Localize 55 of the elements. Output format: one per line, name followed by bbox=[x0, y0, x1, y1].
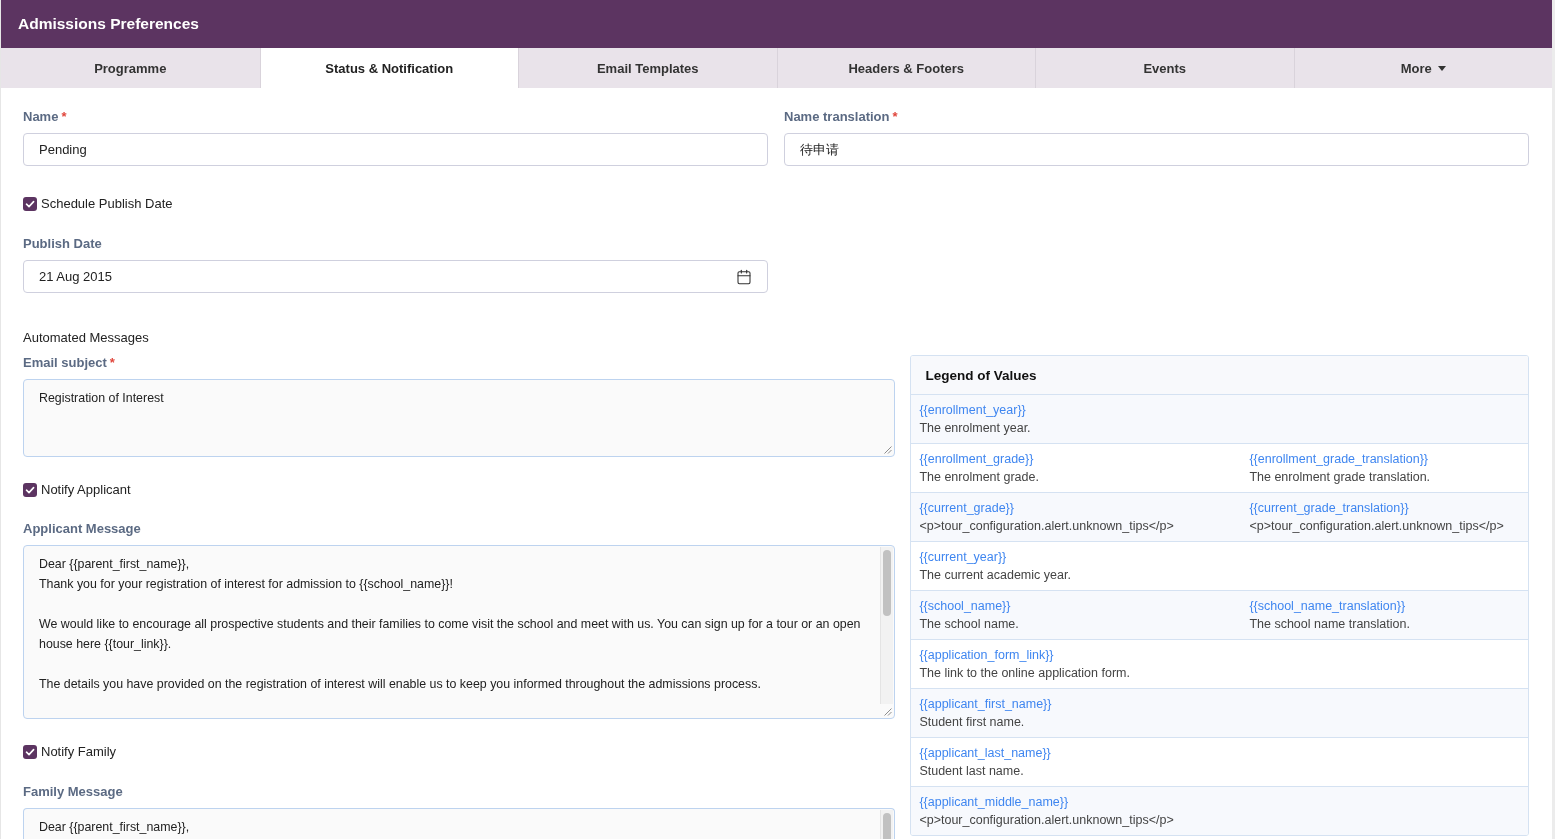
field-label: Name bbox=[23, 108, 59, 126]
section-heading: Automated Messages bbox=[23, 329, 149, 347]
variable-description: The link to the online application form. bbox=[919, 665, 1130, 682]
variable-description: Student last name. bbox=[919, 763, 1024, 780]
message-textarea[interactable]: Dear {{parent_first_name}}, bbox=[23, 808, 896, 839]
template-variable-link[interactable]: {{school_name_translation}} bbox=[1249, 597, 1406, 615]
required-asterisk: * bbox=[61, 108, 67, 126]
field-label: Publish Date bbox=[23, 235, 102, 253]
subject-textarea[interactable]: Registration of Interest bbox=[23, 379, 896, 457]
template-variable-link[interactable]: {{enrollment_grade_translation}} bbox=[1249, 450, 1428, 468]
template-variable-link[interactable]: {{applicant_last_name}} bbox=[919, 744, 1051, 762]
template-variable-link[interactable]: {{application_form_link}} bbox=[919, 646, 1054, 664]
variable-description: <p>tour_configuration.alert.unknown_tips</p> bbox=[1249, 518, 1504, 535]
template-variable-link[interactable]: {{current_grade_translation}} bbox=[1249, 499, 1409, 517]
template-variable-link[interactable]: {{enrollment_grade}} bbox=[919, 450, 1034, 468]
checkbox[interactable] bbox=[23, 745, 37, 759]
variable-description: The current academic year. bbox=[919, 567, 1071, 584]
scrollbar-thumb[interactable] bbox=[883, 550, 892, 616]
caret-icon bbox=[1437, 65, 1446, 71]
checkbox-label: Notify Family bbox=[41, 743, 117, 761]
field-label: Name translation bbox=[784, 108, 890, 126]
field-label: Applicant Message bbox=[23, 520, 141, 538]
template-variable-link[interactable]: {{current_grade}} bbox=[919, 499, 1014, 517]
checkbox-label: Schedule Publish Date bbox=[41, 195, 173, 213]
variable-description: The school name translation. bbox=[1249, 616, 1410, 633]
resize-grip-icon[interactable] bbox=[884, 708, 893, 716]
date-input[interactable]: 21 Aug 2015 bbox=[23, 260, 768, 293]
page-title: Admissions Preferences bbox=[18, 15, 199, 33]
required-asterisk: * bbox=[892, 108, 898, 126]
checkbox-label: Notify Applicant bbox=[41, 481, 131, 499]
message-textarea[interactable]: Dear {{parent_first_name}}, Thank you for your registration of interest for admission to {{school_name}}! We would like to encourage all prospective students and their families to come visit the school and meet with us. You can sign up for a tour or an open house here {{tour_link}}. The details you have provided on the registration of interest will enable us to keep you informed throughout the admissions process. bbox=[23, 545, 896, 719]
checkbox[interactable] bbox=[23, 197, 37, 211]
field-label: Family Message bbox=[23, 783, 123, 801]
resize-grip-icon[interactable] bbox=[884, 446, 893, 454]
variable-description: The enrolment grade. bbox=[919, 469, 1039, 486]
field-label: Email subject bbox=[23, 354, 107, 372]
template-variable-link[interactable]: {{applicant_middle_name}} bbox=[919, 793, 1069, 811]
variable-description: Student first name. bbox=[919, 714, 1025, 731]
variable-description: <p>tour_configuration.alert.unknown_tips</p> bbox=[919, 812, 1174, 829]
template-variable-link[interactable]: {{current_year}} bbox=[919, 548, 1007, 566]
checkbox[interactable] bbox=[23, 483, 37, 497]
legend-title: Legend of Values bbox=[911, 356, 1528, 394]
scrollbar-track[interactable] bbox=[880, 547, 894, 704]
name-translation-input[interactable]: 待申请 bbox=[784, 133, 1529, 166]
name-input[interactable]: Pending bbox=[23, 133, 768, 166]
required-asterisk: * bbox=[109, 354, 115, 372]
variable-description: <p>tour_configuration.alert.unknown_tips</p> bbox=[919, 518, 1174, 535]
variable-description: The enrolment year. bbox=[919, 420, 1031, 437]
template-variable-link[interactable]: {{enrollment_year}} bbox=[919, 401, 1026, 419]
variable-description: The school name. bbox=[919, 616, 1019, 633]
template-variable-link[interactable]: {{school_name}} bbox=[919, 597, 1011, 615]
variable-description: The enrolment grade translation. bbox=[1249, 469, 1431, 486]
template-variable-link[interactable]: {{applicant_first_name}} bbox=[919, 695, 1052, 713]
calendar-icon[interactable] bbox=[736, 268, 752, 285]
tab[interactable]: Status & Notification bbox=[259, 48, 518, 88]
